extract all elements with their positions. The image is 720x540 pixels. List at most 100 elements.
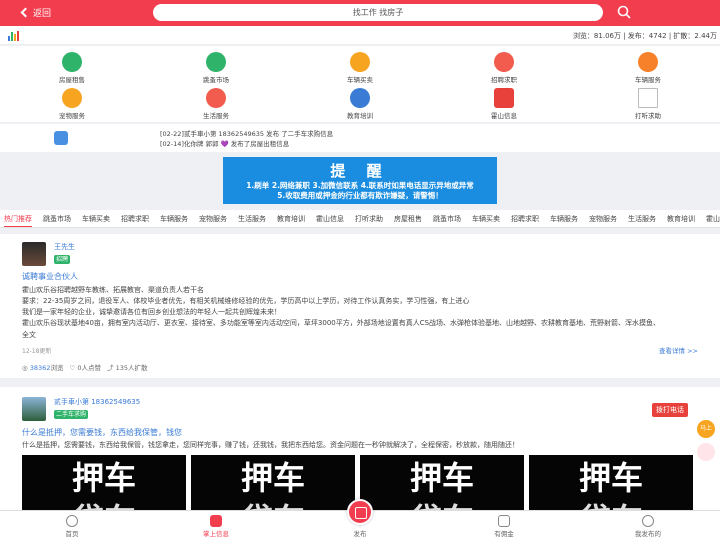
category-label: 房屋租售 [59, 76, 85, 84]
tab-item[interactable]: 招聘求职 [511, 214, 539, 227]
tab-item[interactable]: 招聘求职 [121, 214, 149, 227]
stats-bar: 浏览：81.06万 | 发布：4742 | 扩散：2.44万 [0, 26, 720, 45]
category-jobs[interactable]: 招聘求职 [464, 52, 544, 84]
search-input[interactable]: 找工作 找房子 [153, 4, 603, 21]
info-icon [494, 88, 514, 108]
nav-label: 首页 [65, 530, 79, 538]
poster-name[interactable]: 王先生 [54, 242, 75, 252]
chart-icon [8, 31, 19, 41]
banner-line-1: 1.刷单 2.网络兼职 3.加微信联系 4.联系时如果电话显示异地或异常 [246, 181, 474, 190]
call-button[interactable]: 拨打电话 [652, 403, 688, 417]
tab-item[interactable]: 车辆服务 [160, 214, 188, 227]
post-image[interactable]: 押车贷车 [191, 455, 355, 510]
publish-button[interactable] [347, 499, 373, 525]
home-icon [66, 515, 78, 527]
post-image[interactable]: 押车贷车 [529, 455, 693, 510]
banner-title: 提 醒 [330, 162, 390, 180]
user-icon [642, 515, 654, 527]
notice-line: [02-14]化你牌 郭郭 💜 发布了房屋出租信息 [160, 140, 290, 148]
category-huoshan-info[interactable]: 霍山信息 [464, 88, 544, 120]
post-tag: 二手车求购 [54, 410, 89, 419]
post-card[interactable]: 贰手車小第 18362549635 二手车求购 拨打电话 什么是抵押，您需要钱，… [0, 387, 720, 510]
tab-item[interactable]: 宠物服务 [589, 214, 617, 227]
post-image[interactable]: 押车贷车 [360, 455, 524, 510]
back-arrow-icon [20, 7, 31, 18]
avatar [22, 242, 46, 266]
post-title[interactable]: 诚聘事业合伙人 [22, 271, 78, 282]
customer-service-icon[interactable] [697, 443, 715, 461]
graduation-cap-icon [350, 88, 370, 108]
bottom-nav: 首页 掌上信息 发布 有佣金 我发布的 [0, 499, 720, 540]
post-title[interactable]: 什么是抵押，您需要钱，东西给我保管，钱您 [22, 427, 182, 438]
tab-item[interactable]: 生活服务 [628, 214, 656, 227]
life-icon [206, 88, 226, 108]
post-text: 霍山欢乐谷招聘越野车教练、拓展教官、渠道负责人若干名 [22, 286, 204, 294]
floating-action-button[interactable]: 马上 [697, 420, 715, 438]
category-label: 招聘求职 [491, 76, 517, 84]
post-card[interactable]: 王先生 招聘 诚聘事业合伙人 霍山欢乐谷招聘越野车教练、拓展教官、渠道负责人若干… [0, 234, 720, 378]
tab-item[interactable]: 霍山信息 [316, 214, 344, 227]
like-button[interactable]: ♡ 0人点赞 [69, 362, 101, 372]
nav-home[interactable]: 首页 [42, 515, 102, 538]
category-house[interactable]: 房屋租售 [32, 52, 112, 84]
nav-label: 有佣金 [494, 530, 514, 538]
post-time: 12-18更新 [22, 348, 52, 355]
tab-item[interactable]: 房屋租售 [394, 214, 422, 227]
tab-item[interactable]: 跳蚤市场 [433, 214, 461, 227]
category-car-service[interactable]: 车辆服务 [608, 52, 688, 84]
read-more-link[interactable]: 全文 [22, 330, 36, 340]
category-label: 车辆买卖 [347, 76, 373, 84]
category-label: 打听求助 [635, 112, 661, 120]
category-grid: 房屋租售 跳蚤市场 车辆买卖 招聘求职 车辆服务 宠物服务 生活服务 教育培训 … [0, 46, 720, 122]
gift-icon [206, 52, 226, 72]
post-counts: ◎ 38362浏览 ♡ 0人点赞 ⤴ 135人扩散 [22, 362, 147, 372]
post-text: 我们是一家年轻的企业，诚挚邀请各位有回乡创业想法的年轻人一起共创辉煌未来！ [22, 308, 281, 316]
category-tabs: 热门推荐 跳蚤市场 车辆买卖 招聘求职 车辆服务 宠物服务 生活服务 教育培训 霍山信息 打听求助… [0, 210, 720, 228]
nav-info[interactable]: 掌上信息 [186, 515, 246, 538]
post-text: 什么是抵押，您需要钱，东西给我保管，钱您拿走，您同样完事，赚了钱，还我钱，我把东… [22, 441, 519, 449]
tab-item[interactable]: 教育培训 [667, 214, 695, 227]
nav-commission[interactable]: 有佣金 [474, 515, 534, 538]
warning-banner: 提 醒 1.刷单 2.网络兼职 3.加微信联系 4.联系时如果电话显示异地或异常… [223, 157, 497, 204]
back-label: 返回 [33, 9, 52, 19]
tab-item[interactable]: 车辆买卖 [82, 214, 110, 227]
house-icon [62, 52, 82, 72]
tab-item[interactable]: 宠物服务 [199, 214, 227, 227]
nav-my-posts[interactable]: 我发布的 [618, 515, 678, 538]
view-detail-link[interactable]: 查看详情 >> [659, 345, 698, 355]
car-icon [350, 52, 370, 72]
category-help[interactable]: 打听求助 [608, 88, 688, 120]
banner-line-2: 5.收取费用或押金的行业都有欺诈嫌疑，请警惕！ [277, 191, 443, 200]
tab-item[interactable]: 打听求助 [355, 214, 383, 227]
tab-item[interactable]: 车辆买卖 [472, 214, 500, 227]
briefcase-icon [494, 52, 514, 72]
notice-ticker[interactable]: [02-22]贰手車小第 18362549635 发布 了二手车求购信息 [02… [0, 124, 720, 152]
views-count: ◎ 38362浏览 [22, 364, 64, 372]
share-button[interactable]: ⤴ 135人扩散 [107, 362, 148, 372]
category-education[interactable]: 教育培训 [320, 88, 400, 120]
tab-item[interactable]: 热门推荐 [4, 214, 32, 227]
category-label: 教育培训 [347, 112, 373, 120]
pet-icon [62, 88, 82, 108]
category-label: 霍山信息 [491, 112, 517, 120]
category-car-trade[interactable]: 车辆买卖 [320, 52, 400, 84]
category-flea-market[interactable]: 跳蚤市场 [176, 52, 256, 84]
tab-item[interactable]: 车辆服务 [550, 214, 578, 227]
post-text: 霍山欢乐谷现状基地40亩，拥有室内活动厅、更衣室、接待室、多功能室等室内活动空间… [22, 319, 661, 327]
category-life[interactable]: 生活服务 [176, 88, 256, 120]
publish-label: 发布 [353, 530, 367, 538]
search-icon[interactable] [617, 5, 631, 19]
back-button[interactable]: 返回 [20, 6, 52, 19]
post-tag: 招聘 [54, 255, 71, 264]
tab-item[interactable]: 教育培训 [277, 214, 305, 227]
tab-item[interactable]: 霍山信息 [706, 214, 720, 227]
tab-item[interactable]: 生活服务 [238, 214, 266, 227]
tab-item[interactable]: 跳蚤市场 [43, 214, 71, 227]
nav-label: 掌上信息 [203, 530, 229, 538]
category-label: 车辆服务 [635, 76, 661, 84]
poster-name[interactable]: 贰手車小第 18362549635 [54, 397, 140, 407]
stats-text: 浏览：81.06万 | 发布：4742 | 扩散：2.44万 [572, 32, 717, 40]
category-pet[interactable]: 宠物服务 [32, 88, 112, 120]
category-label: 宠物服务 [59, 112, 85, 120]
post-image[interactable]: 押车贷车 [22, 455, 186, 510]
